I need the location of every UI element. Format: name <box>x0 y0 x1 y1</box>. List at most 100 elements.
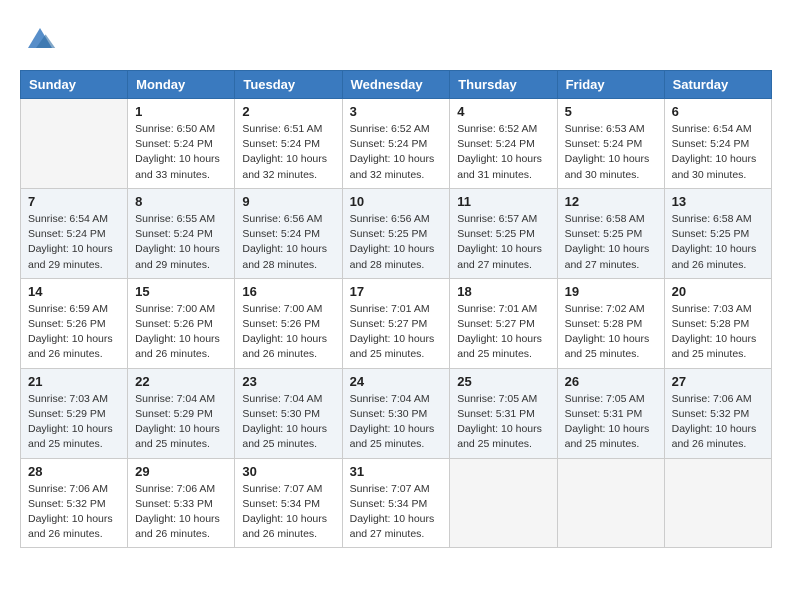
calendar-week-row: 1 Sunrise: 6:50 AM Sunset: 5:24 PM Daylig… <box>21 99 772 189</box>
weekday-header: Tuesday <box>235 71 342 99</box>
calendar-cell: 3 Sunrise: 6:52 AM Sunset: 5:24 PM Daylig… <box>342 99 450 189</box>
day-number: 22 <box>135 374 227 389</box>
day-number: 3 <box>350 104 443 119</box>
day-number: 19 <box>565 284 657 299</box>
calendar-cell: 17Sunrise: 7:01 AM Sunset: 5:27 PM Dayli… <box>342 278 450 368</box>
day-info: Sunrise: 6:56 AM Sunset: 5:24 PM Dayligh… <box>242 212 334 273</box>
calendar-week-row: 14 Sunrise: 6:59 AM Sunset: 5:26 PM Dayli… <box>21 278 772 368</box>
day-info: Sunrise: 7:06 AM Sunset: 5:32 PM Dayligh… <box>672 392 764 453</box>
calendar-cell: 10 Sunrise: 6:56 AM Sunset: 5:25 PM Dayli… <box>342 188 450 278</box>
day-number: 4 <box>457 104 549 119</box>
day-info: Sunrise: 6:53 AM Sunset: 5:24 PM Dayligh… <box>565 122 657 183</box>
calendar-cell <box>557 458 664 548</box>
calendar-cell: 7Sunrise: 6:54 AM Sunset: 5:24 PM Daylig… <box>21 188 128 278</box>
calendar-cell: 4 Sunrise: 6:52 AM Sunset: 5:24 PM Daylig… <box>450 99 557 189</box>
day-info: Sunrise: 7:05 AM Sunset: 5:31 PM Dayligh… <box>457 392 549 453</box>
day-number: 5 <box>565 104 657 119</box>
calendar-cell <box>21 99 128 189</box>
calendar-cell: 11Sunrise: 6:57 AM Sunset: 5:25 PM Dayli… <box>450 188 557 278</box>
day-number: 8 <box>135 194 227 209</box>
day-info: Sunrise: 6:56 AM Sunset: 5:25 PM Dayligh… <box>350 212 443 273</box>
day-number: 6 <box>672 104 764 119</box>
calendar-cell: 2 Sunrise: 6:51 AM Sunset: 5:24 PM Daylig… <box>235 99 342 189</box>
day-number: 25 <box>457 374 549 389</box>
calendar-cell: 21Sunrise: 7:03 AM Sunset: 5:29 PM Dayli… <box>21 368 128 458</box>
weekday-header: Wednesday <box>342 71 450 99</box>
page-header <box>20 20 772 60</box>
day-info: Sunrise: 7:01 AM Sunset: 5:27 PM Dayligh… <box>457 302 549 363</box>
day-info: Sunrise: 7:04 AM Sunset: 5:30 PM Dayligh… <box>242 392 334 453</box>
day-number: 9 <box>242 194 334 209</box>
day-number: 30 <box>242 464 334 479</box>
weekday-header: Friday <box>557 71 664 99</box>
day-number: 31 <box>350 464 443 479</box>
day-info: Sunrise: 7:05 AM Sunset: 5:31 PM Dayligh… <box>565 392 657 453</box>
day-info: Sunrise: 6:58 AM Sunset: 5:25 PM Dayligh… <box>672 212 764 273</box>
calendar-cell: 6 Sunrise: 6:54 AM Sunset: 5:24 PM Daylig… <box>664 99 771 189</box>
calendar-week-row: 21Sunrise: 7:03 AM Sunset: 5:29 PM Dayli… <box>21 368 772 458</box>
day-number: 23 <box>242 374 334 389</box>
day-info: Sunrise: 6:51 AM Sunset: 5:24 PM Dayligh… <box>242 122 334 183</box>
calendar-cell: 5 Sunrise: 6:53 AM Sunset: 5:24 PM Daylig… <box>557 99 664 189</box>
day-info: Sunrise: 7:04 AM Sunset: 5:29 PM Dayligh… <box>135 392 227 453</box>
calendar-cell: 29 Sunrise: 7:06 AM Sunset: 5:33 PM Dayli… <box>128 458 235 548</box>
calendar-cell: 15 Sunrise: 7:00 AM Sunset: 5:26 PM Dayli… <box>128 278 235 368</box>
day-number: 18 <box>457 284 549 299</box>
calendar-cell <box>450 458 557 548</box>
day-info: Sunrise: 6:52 AM Sunset: 5:24 PM Dayligh… <box>350 122 443 183</box>
day-info: Sunrise: 7:00 AM Sunset: 5:26 PM Dayligh… <box>242 302 334 363</box>
calendar-cell: 30 Sunrise: 7:07 AM Sunset: 5:34 PM Dayli… <box>235 458 342 548</box>
day-info: Sunrise: 7:06 AM Sunset: 5:32 PM Dayligh… <box>28 482 120 543</box>
day-info: Sunrise: 6:52 AM Sunset: 5:24 PM Dayligh… <box>457 122 549 183</box>
calendar-cell: 12 Sunrise: 6:58 AM Sunset: 5:25 PM Dayli… <box>557 188 664 278</box>
calendar-header-row: SundayMondayTuesdayWednesdayThursdayFrid… <box>21 71 772 99</box>
day-number: 21 <box>28 374 120 389</box>
day-number: 17 <box>350 284 443 299</box>
calendar-cell: 14 Sunrise: 6:59 AM Sunset: 5:26 PM Dayli… <box>21 278 128 368</box>
calendar-cell: 27 Sunrise: 7:06 AM Sunset: 5:32 PM Dayli… <box>664 368 771 458</box>
day-number: 28 <box>28 464 120 479</box>
calendar-cell: 20Sunrise: 7:03 AM Sunset: 5:28 PM Dayli… <box>664 278 771 368</box>
logo <box>20 20 66 60</box>
day-info: Sunrise: 6:57 AM Sunset: 5:25 PM Dayligh… <box>457 212 549 273</box>
calendar-week-row: 7Sunrise: 6:54 AM Sunset: 5:24 PM Daylig… <box>21 188 772 278</box>
day-info: Sunrise: 7:06 AM Sunset: 5:33 PM Dayligh… <box>135 482 227 543</box>
day-number: 12 <box>565 194 657 209</box>
day-info: Sunrise: 7:00 AM Sunset: 5:26 PM Dayligh… <box>135 302 227 363</box>
weekday-header: Saturday <box>664 71 771 99</box>
calendar-cell: 23 Sunrise: 7:04 AM Sunset: 5:30 PM Dayli… <box>235 368 342 458</box>
calendar-cell: 25 Sunrise: 7:05 AM Sunset: 5:31 PM Dayli… <box>450 368 557 458</box>
calendar-cell: 18 Sunrise: 7:01 AM Sunset: 5:27 PM Dayli… <box>450 278 557 368</box>
logo-icon <box>20 20 60 60</box>
day-info: Sunrise: 6:54 AM Sunset: 5:24 PM Dayligh… <box>672 122 764 183</box>
day-number: 14 <box>28 284 120 299</box>
day-number: 2 <box>242 104 334 119</box>
calendar-cell: 16 Sunrise: 7:00 AM Sunset: 5:26 PM Dayli… <box>235 278 342 368</box>
calendar-cell: 22 Sunrise: 7:04 AM Sunset: 5:29 PM Dayli… <box>128 368 235 458</box>
calendar-cell: 28 Sunrise: 7:06 AM Sunset: 5:32 PM Dayli… <box>21 458 128 548</box>
day-number: 1 <box>135 104 227 119</box>
calendar-week-row: 28 Sunrise: 7:06 AM Sunset: 5:32 PM Dayli… <box>21 458 772 548</box>
day-number: 15 <box>135 284 227 299</box>
day-info: Sunrise: 6:59 AM Sunset: 5:26 PM Dayligh… <box>28 302 120 363</box>
calendar-cell: 24Sunrise: 7:04 AM Sunset: 5:30 PM Dayli… <box>342 368 450 458</box>
day-info: Sunrise: 7:03 AM Sunset: 5:28 PM Dayligh… <box>672 302 764 363</box>
day-number: 29 <box>135 464 227 479</box>
day-number: 27 <box>672 374 764 389</box>
day-info: Sunrise: 7:07 AM Sunset: 5:34 PM Dayligh… <box>242 482 334 543</box>
day-info: Sunrise: 6:58 AM Sunset: 5:25 PM Dayligh… <box>565 212 657 273</box>
calendar-cell <box>664 458 771 548</box>
day-number: 10 <box>350 194 443 209</box>
day-info: Sunrise: 6:54 AM Sunset: 5:24 PM Dayligh… <box>28 212 120 273</box>
day-number: 16 <box>242 284 334 299</box>
weekday-header: Sunday <box>21 71 128 99</box>
weekday-header: Monday <box>128 71 235 99</box>
calendar-cell: 8Sunrise: 6:55 AM Sunset: 5:24 PM Daylig… <box>128 188 235 278</box>
calendar-cell: 13Sunrise: 6:58 AM Sunset: 5:25 PM Dayli… <box>664 188 771 278</box>
calendar-cell: 26 Sunrise: 7:05 AM Sunset: 5:31 PM Dayli… <box>557 368 664 458</box>
day-number: 26 <box>565 374 657 389</box>
calendar-cell: 31Sunrise: 7:07 AM Sunset: 5:34 PM Dayli… <box>342 458 450 548</box>
weekday-header: Thursday <box>450 71 557 99</box>
day-info: Sunrise: 6:50 AM Sunset: 5:24 PM Dayligh… <box>135 122 227 183</box>
calendar-cell: 1 Sunrise: 6:50 AM Sunset: 5:24 PM Daylig… <box>128 99 235 189</box>
